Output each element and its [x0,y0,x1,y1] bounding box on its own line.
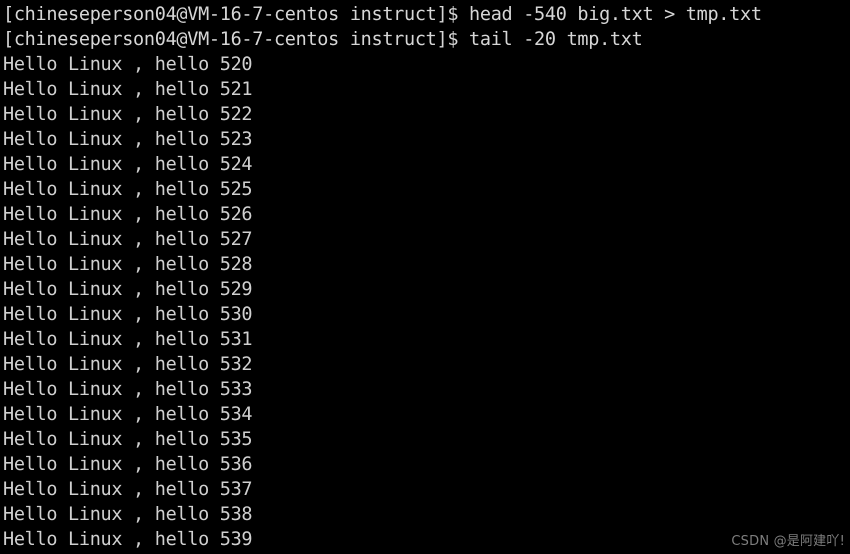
terminal-output-line: Hello Linux , hello 528 [3,254,253,275]
terminal-output-line: Hello Linux , hello 521 [3,79,253,100]
terminal-output-line: Hello Linux , hello 524 [3,154,253,175]
terminal-output-line: Hello Linux , hello 536 [3,454,253,475]
terminal-output-line: Hello Linux , hello 532 [3,354,253,375]
terminal-output-line: Hello Linux , hello 537 [3,479,253,500]
terminal-output-line: Hello Linux , hello 534 [3,404,253,425]
terminal-output-line: Hello Linux , hello 520 [3,54,253,75]
terminal-output-line: Hello Linux , hello 522 [3,104,253,125]
terminal-output-line: Hello Linux , hello 527 [3,229,253,250]
terminal-output-line: Hello Linux , hello 525 [3,179,253,200]
terminal-prompt-line: [chineseperson04@VM-16-7-centos instruct… [3,29,643,50]
csdn-watermark: CSDN @是阿建吖! [731,534,845,549]
terminal-output-line: Hello Linux , hello 531 [3,329,253,350]
terminal-output-line: Hello Linux , hello 535 [3,429,253,450]
terminal-output-line: Hello Linux , hello 538 [3,504,253,525]
terminal-output-line: Hello Linux , hello 526 [3,204,253,225]
terminal-output-line: Hello Linux , hello 533 [3,379,253,400]
terminal-output-line: Hello Linux , hello 530 [3,304,253,325]
terminal-output-line: Hello Linux , hello 539 [3,529,253,550]
terminal-output-area: [chineseperson04@VM-16-7-centos instruct… [3,2,850,552]
terminal-prompt-line: [chineseperson04@VM-16-7-centos instruct… [3,4,762,25]
terminal-window[interactable]: [chineseperson04@VM-16-7-centos instruct… [0,0,850,554]
terminal-output-line: Hello Linux , hello 523 [3,129,253,150]
terminal-output-line: Hello Linux , hello 529 [3,279,253,300]
